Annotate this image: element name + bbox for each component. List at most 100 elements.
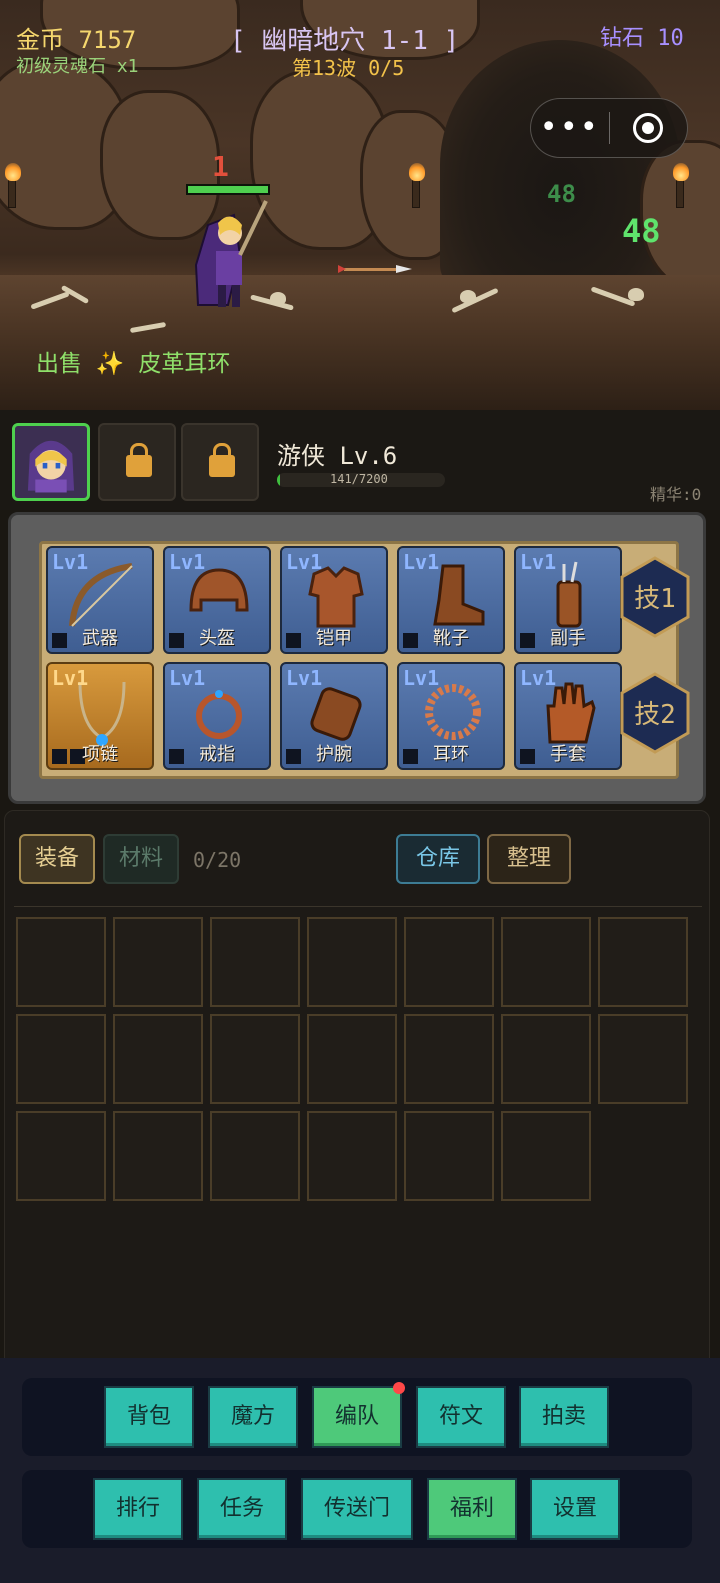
- wave-progress: 第13波 0/5: [292, 56, 405, 80]
- nav-welfare-button[interactable]: 福利: [427, 1478, 517, 1540]
- inventory-cell[interactable]: [404, 1111, 494, 1201]
- inventory-cell[interactable]: [404, 917, 494, 1007]
- inventory-divider: [14, 906, 702, 907]
- equip-checkbox: [403, 749, 418, 764]
- inventory-cell[interactable]: [210, 1014, 300, 1104]
- equip-slot-ring[interactable]: Lv1 戒指: [163, 662, 271, 770]
- nav-formation-button[interactable]: 编队: [312, 1386, 402, 1448]
- equip-level: Lv1: [286, 666, 323, 690]
- nav-cube-button[interactable]: 魔方: [208, 1386, 298, 1448]
- equip-level: Lv1: [169, 666, 206, 690]
- diamond-counter: 钻石 10: [600, 26, 684, 51]
- nav-auction-button[interactable]: 拍卖: [519, 1386, 609, 1448]
- hero-name-level: 游侠 Lv.6: [277, 442, 398, 470]
- inventory-cell[interactable]: [113, 1014, 203, 1104]
- inventory-cell[interactable]: [404, 1014, 494, 1104]
- equip-slot-earring[interactable]: Lv1 耳环: [397, 662, 505, 770]
- sold-notification: 出售 ✨ 皮革耳环: [36, 344, 230, 378]
- equip-checkbox: [286, 749, 301, 764]
- nav-tasks-button[interactable]: 任务: [197, 1478, 287, 1540]
- damage-number: 48: [547, 180, 576, 208]
- inventory-cell[interactable]: [501, 1014, 591, 1104]
- hero-slot-avatar[interactable]: [12, 423, 90, 501]
- equip-level: Lv1: [520, 550, 557, 574]
- ranger-hero-sprite: [194, 200, 268, 307]
- damage-number: 48: [622, 212, 661, 250]
- skill-2-button[interactable]: 技2: [620, 672, 690, 754]
- inventory-cell[interactable]: [598, 917, 688, 1007]
- tab-materials[interactable]: 材料: [103, 834, 179, 884]
- skill-1-button[interactable]: 技1: [620, 556, 690, 638]
- equip-name: 手套: [550, 744, 586, 765]
- equip-level: Lv1: [52, 550, 89, 574]
- equip-name: 戒指: [199, 744, 235, 765]
- equip-checkbox: [403, 633, 418, 648]
- equip-name: 护腕: [316, 744, 352, 765]
- equip-slot-helmet[interactable]: Lv1 头盔: [163, 546, 271, 654]
- equip-name: 靴子: [433, 628, 469, 649]
- equip-checkbox: [169, 633, 184, 648]
- inventory-count: 0/20: [193, 848, 242, 872]
- equip-name: 项链: [82, 744, 118, 765]
- equip-checkbox: [520, 633, 535, 648]
- inventory-cell[interactable]: [307, 1014, 397, 1104]
- record-close-icon[interactable]: [610, 113, 688, 143]
- inventory-cell[interactable]: [113, 1111, 203, 1201]
- equip-slot-bow[interactable]: Lv1 武器: [46, 546, 154, 654]
- skill-2-label: 技2: [634, 700, 676, 730]
- equip-slot-quiver[interactable]: Lv1 副手: [514, 546, 622, 654]
- inventory-cell[interactable]: [16, 1014, 106, 1104]
- warehouse-button[interactable]: 仓库: [396, 834, 480, 884]
- inventory-cell[interactable]: [210, 1111, 300, 1201]
- equip-slot-boot[interactable]: Lv1 靴子: [397, 546, 505, 654]
- battle-scene: 1 48 48 金币 7157 初级灵魂石 x1 [ 幽暗地穴 1-1 ] 第1…: [0, 0, 720, 410]
- inventory-cell[interactable]: [16, 1111, 106, 1201]
- equip-name: 铠甲: [316, 628, 352, 649]
- equip-level: Lv1: [169, 550, 206, 574]
- inventory-cell[interactable]: [210, 917, 300, 1007]
- equip-slot-glove[interactable]: Lv1 手套: [514, 662, 622, 770]
- sold-prefix: 出售: [36, 351, 82, 377]
- nav-ranking-button[interactable]: 排行: [93, 1478, 183, 1540]
- inventory-cell[interactable]: [307, 917, 397, 1007]
- equip-checkbox: [520, 749, 535, 764]
- inventory-cell[interactable]: [307, 1111, 397, 1201]
- equip-slot-necklace[interactable]: Lv1 项链: [46, 662, 154, 770]
- nav-settings-button[interactable]: 设置: [530, 1478, 620, 1540]
- sort-button[interactable]: 整理: [487, 834, 571, 884]
- equip-name: 武器: [82, 628, 118, 649]
- skull-decoration: [460, 290, 476, 303]
- torch-icon: [673, 163, 689, 208]
- hit-number: 1: [212, 150, 229, 183]
- essence-counter: 精华:0: [650, 485, 702, 504]
- gold-counter: 金币 7157: [16, 26, 137, 54]
- inventory-cell[interactable]: [16, 917, 106, 1007]
- lock-icon: [126, 443, 152, 477]
- soul-stone-counter: 初级灵魂石 x1: [16, 56, 139, 77]
- torch-icon: [409, 163, 425, 208]
- miniprogram-capsule: •••: [530, 98, 688, 158]
- hero-slot-locked[interactable]: [181, 423, 259, 501]
- nav-portal-button[interactable]: 传送门: [301, 1478, 413, 1540]
- equip-level: Lv1: [403, 550, 440, 574]
- equip-name: 头盔: [199, 628, 235, 649]
- inventory-cell[interactable]: [501, 917, 591, 1007]
- experience-text: 141/7200: [330, 472, 388, 486]
- nav-runes-button[interactable]: 符文: [416, 1386, 506, 1448]
- tab-equipment[interactable]: 装备: [19, 834, 95, 884]
- equip-name: 副手: [550, 628, 586, 649]
- torch-icon: [5, 163, 21, 208]
- inventory-cell[interactable]: [113, 917, 203, 1007]
- inventory-cell[interactable]: [598, 1014, 688, 1104]
- nav-bag-button[interactable]: 背包: [104, 1386, 194, 1448]
- equip-slot-bracer[interactable]: Lv1 护腕: [280, 662, 388, 770]
- equip-name: 耳环: [433, 744, 469, 765]
- equip-level: Lv1: [403, 666, 440, 690]
- more-dots-icon[interactable]: •••: [531, 108, 609, 148]
- equip-slot-armor[interactable]: Lv1 铠甲: [280, 546, 388, 654]
- inventory-cell[interactable]: [501, 1111, 591, 1201]
- equip-checkbox: [286, 633, 301, 648]
- cave-tunnel: [440, 40, 680, 290]
- sold-item-name: 皮革耳环: [138, 351, 231, 377]
- hero-slot-locked[interactable]: [98, 423, 176, 501]
